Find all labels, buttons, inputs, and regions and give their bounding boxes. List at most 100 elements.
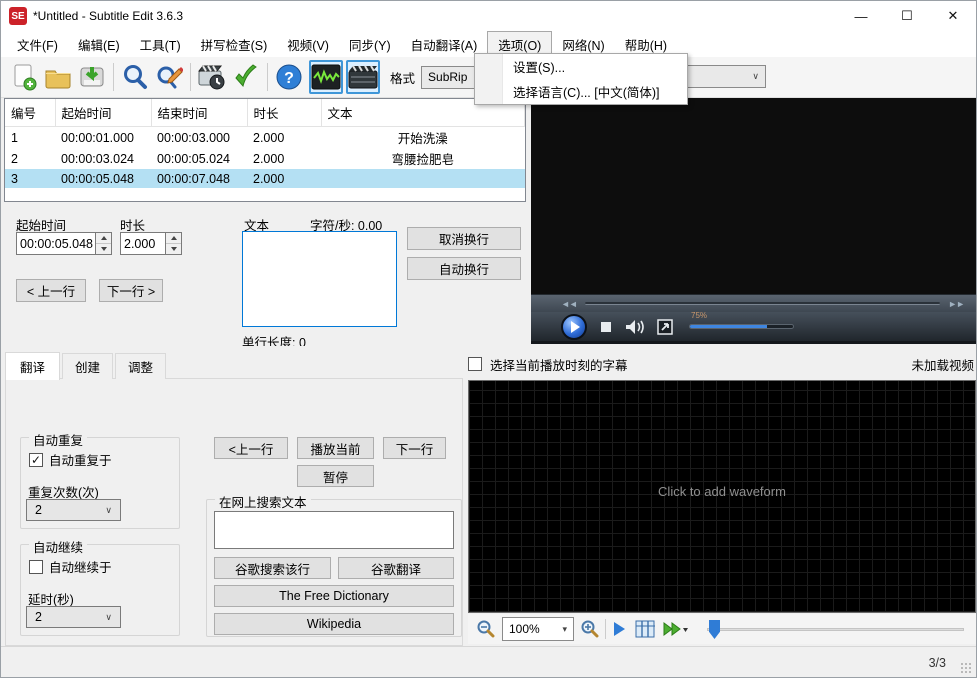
- table-row[interactable]: 1 00:00:01.000 00:00:03.000 2.000 开始洗澡: [5, 127, 525, 149]
- menu-video[interactable]: 视频(V): [277, 31, 339, 57]
- zoom-in-icon[interactable]: [580, 619, 600, 639]
- column-header-number[interactable]: 编号: [5, 99, 56, 127]
- free-dictionary-button[interactable]: The Free Dictionary: [214, 585, 454, 607]
- unbreak-button[interactable]: 取消换行: [407, 227, 521, 250]
- save-button[interactable]: [75, 60, 109, 94]
- waveform-zoom-combobox[interactable]: 100% ▾: [502, 617, 574, 641]
- waveform-controls: 100% ▾: [468, 614, 976, 644]
- duration-input[interactable]: 2.000: [120, 232, 166, 255]
- volume-fill: [690, 325, 768, 328]
- open-file-icon: [45, 70, 71, 89]
- column-header-end[interactable]: 结束时间: [151, 99, 248, 127]
- google-search-line-button[interactable]: 谷歌搜索该行: [214, 557, 331, 579]
- subtitle-text-input[interactable]: [242, 231, 397, 327]
- play-current-button[interactable]: 播放当前: [297, 437, 374, 459]
- previous-line-button[interactable]: <上一行: [214, 437, 288, 459]
- maximize-button[interactable]: ☐: [884, 1, 930, 31]
- table-row[interactable]: 2 00:00:03.024 00:00:05.024 2.000 弯腰捡肥皂: [5, 148, 525, 169]
- resize-grip-icon[interactable]: [960, 662, 972, 674]
- minimize-button[interactable]: —: [838, 1, 884, 31]
- no-video-label: 未加载视频: [911, 358, 974, 373]
- web-search-group-label: 在网上搜索文本: [215, 492, 311, 511]
- find-icon: [124, 65, 147, 89]
- seek-track[interactable]: [584, 302, 941, 305]
- column-header-duration[interactable]: 时长: [247, 99, 322, 127]
- rewind-icon[interactable]: ◄◄: [561, 299, 578, 309]
- menu-edit[interactable]: 编辑(E): [68, 31, 130, 57]
- close-button[interactable]: ✕: [930, 1, 976, 31]
- previous-line-button[interactable]: < 上一行: [16, 279, 86, 302]
- waveform-play-icon[interactable]: [611, 621, 627, 637]
- next-line-button[interactable]: 下一行 >: [99, 279, 163, 302]
- repeat-count-select[interactable]: 2 ∨: [26, 499, 121, 521]
- select-current-subtitle-checkbox[interactable]: [468, 357, 482, 371]
- new-file-button[interactable]: [7, 60, 41, 94]
- visual-sync-icon: [197, 65, 225, 90]
- spin-up-button[interactable]: [96, 233, 111, 244]
- spin-up-button[interactable]: [166, 233, 181, 244]
- replace-button[interactable]: [152, 60, 186, 94]
- wikipedia-button[interactable]: Wikipedia: [214, 613, 454, 635]
- web-search-input[interactable]: [214, 511, 454, 549]
- visual-sync-button[interactable]: [195, 60, 229, 94]
- fullscreen-icon[interactable]: [657, 318, 673, 335]
- chevron-down-icon: ∨: [105, 611, 112, 622]
- tab-create[interactable]: 创建: [62, 353, 114, 379]
- table-row-selected[interactable]: 3 00:00:05.048 00:00:07.048 2.000: [5, 169, 525, 188]
- waveform-placeholder: Click to add waveform: [658, 484, 786, 499]
- spin-down-button[interactable]: [166, 244, 181, 254]
- options-menu-popup: 设置(S)... 选择语言(C)... [中文(简体)]: [474, 53, 688, 105]
- pause-button[interactable]: 暂停: [297, 465, 374, 487]
- cell-text: 弯腰捡肥皂: [391, 153, 454, 167]
- cell-end: 00:00:07.048: [151, 169, 247, 188]
- auto-repeat-checkbox[interactable]: ✓: [29, 452, 43, 467]
- cell-duration: 2.000: [247, 169, 321, 188]
- player-controls: 75%: [531, 311, 976, 344]
- menu-file[interactable]: 文件(F): [7, 31, 68, 57]
- next-line-button[interactable]: 下一行: [383, 437, 446, 459]
- delay-select[interactable]: 2 ∨: [26, 606, 121, 628]
- title-bar: SE *Untitled - Subtitle Edit 3.6.3 — ☐ ✕: [1, 1, 976, 31]
- subtitle-table: 编号 起始时间 结束时间 时长 文本 1 00:00:01.000 00:00:…: [5, 99, 525, 188]
- menu-sync[interactable]: 同步(Y): [339, 31, 401, 57]
- slider-thumb[interactable]: [709, 620, 720, 639]
- video-screen[interactable]: [531, 98, 976, 294]
- spin-down-button[interactable]: [96, 244, 111, 254]
- start-time-input[interactable]: 00:00:05.048: [16, 232, 96, 255]
- fast-forward-icon[interactable]: [663, 622, 689, 636]
- forward-icon[interactable]: ►►: [948, 299, 965, 309]
- volume-slider[interactable]: 75%: [689, 311, 794, 329]
- menu-item-settings[interactable]: 设置(S)...: [475, 54, 687, 79]
- auto-continue-checkbox[interactable]: [29, 559, 43, 574]
- column-header-start[interactable]: 起始时间: [55, 99, 152, 127]
- find-button[interactable]: [118, 60, 152, 94]
- open-file-button[interactable]: [41, 60, 75, 94]
- video-columns-icon[interactable]: [635, 620, 655, 638]
- format-label: 格式: [390, 71, 416, 86]
- waveform-canvas[interactable]: Click to add waveform: [468, 380, 976, 613]
- waveform-position-slider[interactable]: [707, 619, 964, 639]
- play-button[interactable]: [561, 313, 587, 340]
- menu-tools[interactable]: 工具(T): [130, 31, 191, 57]
- translate-create-adjust-panel: 翻译 创建 调整 自动重复 ✓ 自动重复于 重复次数(次) 2 ∨ 自动继续 自…: [1, 346, 467, 669]
- menu-spellcheck[interactable]: 拼写检查(S): [191, 31, 278, 57]
- stop-button[interactable]: [601, 321, 611, 332]
- cell-text: 开始洗澡: [397, 132, 448, 146]
- volume-mute-icon[interactable]: [625, 319, 645, 335]
- toggle-video-button[interactable]: [346, 60, 380, 94]
- cell-start: 00:00:03.024: [61, 151, 134, 166]
- zoom-out-icon[interactable]: [476, 619, 496, 639]
- format-value: SubRip: [428, 70, 468, 84]
- menu-item-choose-language[interactable]: 选择语言(C)... [中文(简体)]: [475, 79, 687, 104]
- auto-break-button[interactable]: 自动换行: [407, 257, 521, 280]
- google-translate-button[interactable]: 谷歌翻译: [338, 557, 454, 579]
- spell-check-button[interactable]: [229, 60, 263, 94]
- tab-translate[interactable]: 翻译: [5, 352, 61, 380]
- help-button[interactable]: ?: [272, 60, 306, 94]
- auto-continue-checkbox-row[interactable]: 自动继续于: [29, 557, 112, 576]
- auto-repeat-checkbox-row[interactable]: ✓ 自动重复于: [29, 450, 112, 469]
- tab-adjust[interactable]: 调整: [115, 353, 167, 379]
- app-logo-icon: SE: [9, 7, 27, 25]
- seek-bar: ◄◄ ►►: [531, 294, 976, 312]
- toggle-waveform-button[interactable]: [309, 60, 343, 94]
